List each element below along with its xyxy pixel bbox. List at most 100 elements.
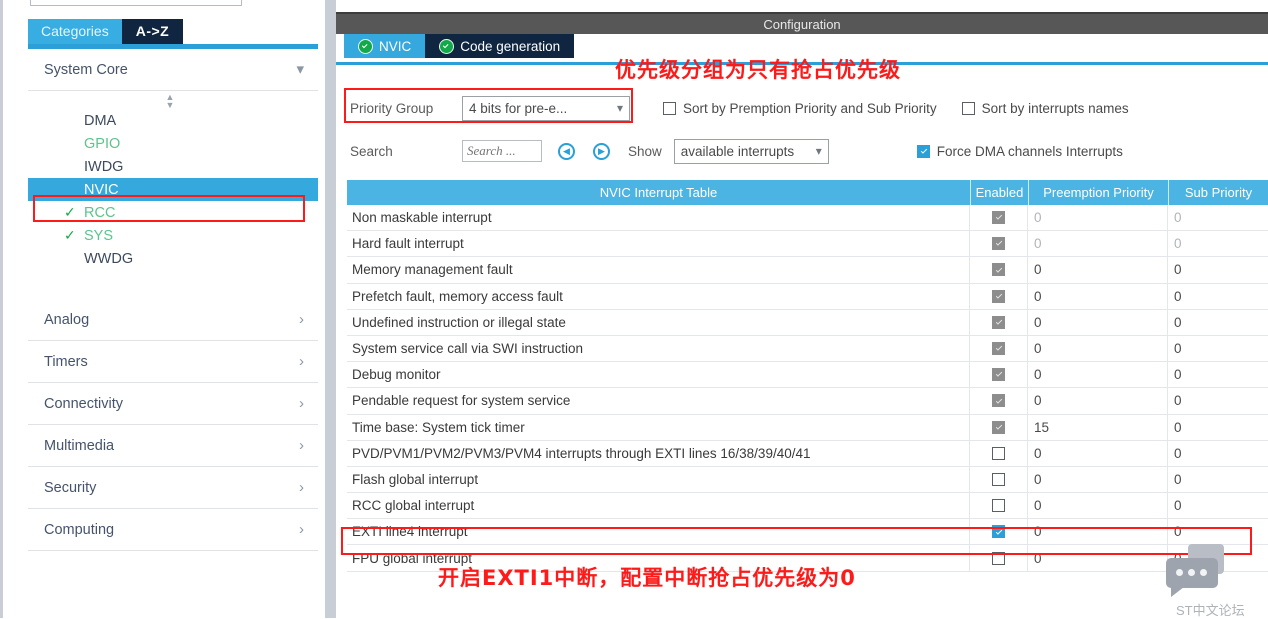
table-row[interactable]: Memory management fault 0 0 — [347, 257, 1268, 284]
sub-priority-cell[interactable]: 0 — [1168, 336, 1268, 361]
preemption-priority-cell[interactable]: 0 — [1028, 388, 1168, 414]
enabled-cell[interactable] — [970, 545, 1028, 571]
table-row[interactable]: Non maskable interrupt 0 0 — [347, 205, 1268, 232]
enabled-cell[interactable] — [970, 466, 1028, 493]
priority-group-select[interactable]: 4 bits for pre-e... ▾ — [462, 95, 630, 121]
checkbox-checked-disabled-icon[interactable] — [992, 394, 1005, 408]
sidebar-group-analog[interactable]: Analog › — [28, 299, 318, 341]
sort-by-preemption-checkbox[interactable]: Sort by Premption Priority and Sub Prior… — [663, 101, 937, 116]
table-row[interactable]: Prefetch fault, memory access fault 0 0 — [347, 283, 1268, 310]
enabled-cell[interactable] — [970, 388, 1028, 414]
sidebar-group-multimedia[interactable]: Multimedia › — [28, 425, 318, 467]
preemption-priority-cell[interactable]: 0 — [1028, 257, 1168, 283]
enabled-cell[interactable] — [970, 362, 1028, 388]
preemption-priority-cell[interactable]: 0 — [1028, 440, 1168, 466]
sub-priority-cell[interactable]: 0 — [1168, 388, 1268, 413]
show-select[interactable]: available interrupts ▾ — [673, 138, 829, 164]
sidebar-item-gpio[interactable]: GPIO — [28, 132, 318, 155]
sidebar-item-iwdg[interactable]: IWDG — [28, 155, 318, 178]
table-row[interactable]: Flash global interrupt 0 0 — [347, 466, 1268, 494]
enabled-cell[interactable] — [970, 283, 1028, 309]
sub-priority-cell[interactable]: 0 — [1168, 284, 1268, 309]
enabled-cell[interactable] — [970, 493, 1028, 519]
enabled-cell[interactable] — [970, 335, 1028, 362]
sidebar-item-wwdg[interactable]: WWDG — [28, 247, 318, 270]
checkbox-checked-disabled-icon[interactable] — [992, 342, 1005, 356]
enabled-cell[interactable] — [970, 257, 1028, 283]
checkbox-checked-icon[interactable] — [992, 525, 1005, 539]
preemption-priority-cell[interactable]: 0 — [1028, 335, 1168, 362]
sidebar-item-rcc[interactable]: ✓ RCC — [28, 201, 318, 224]
tab-a-to-z[interactable]: A->Z — [121, 19, 184, 44]
preemption-priority-cell[interactable]: 0 — [1028, 519, 1168, 545]
enabled-cell[interactable] — [970, 205, 1028, 231]
preemption-priority-cell[interactable]: 0 — [1028, 309, 1168, 335]
checkbox-icon[interactable] — [992, 551, 1005, 565]
sub-priority-cell[interactable]: 0 — [1168, 257, 1268, 282]
table-row[interactable]: System service call via SWI instruction 0… — [347, 335, 1268, 363]
tab-nvic[interactable]: NVIC — [344, 34, 426, 58]
checkbox-checked-disabled-icon[interactable] — [992, 420, 1005, 434]
sidebar-group-connectivity[interactable]: Connectivity › — [28, 383, 318, 425]
checkbox-icon[interactable] — [992, 472, 1005, 486]
enabled-cell[interactable] — [970, 309, 1028, 335]
table-row[interactable]: Undefined instruction or illegal state 0 0 — [347, 309, 1268, 336]
preemption-priority-cell[interactable]: 0 — [1028, 545, 1168, 571]
spinner-up-down-icon[interactable]: ▲ ▼ — [163, 93, 177, 110]
enabled-cell[interactable] — [970, 519, 1028, 545]
sidebar-group-system-core[interactable]: System Core ▾ — [28, 49, 318, 91]
preemption-priority-cell[interactable]: 15 — [1028, 414, 1168, 440]
chevron-right-circle-icon[interactable]: ▶ — [593, 142, 610, 160]
checkbox-checked-disabled-icon[interactable] — [992, 315, 1005, 329]
preemption-priority-cell[interactable]: 0 — [1028, 283, 1168, 309]
sidebar-group-security[interactable]: Security › — [28, 467, 318, 509]
checkbox-icon[interactable] — [992, 499, 1005, 513]
panel-divider[interactable] — [325, 0, 336, 618]
table-row[interactable]: Debug monitor 0 0 — [347, 362, 1268, 389]
sidebar-item-nvic[interactable]: NVIC — [28, 178, 318, 201]
table-row[interactable]: EXTI line4 interrupt 0 0 — [347, 519, 1268, 546]
table-row[interactable]: Time base: System tick timer 15 0 — [347, 414, 1268, 441]
sub-priority-cell[interactable]: 0 — [1168, 493, 1268, 518]
sidebar-group-timers[interactable]: Timers › — [28, 341, 318, 383]
preemption-priority-cell[interactable]: 0 — [1028, 231, 1168, 257]
force-dma-checkbox[interactable]: Force DMA channels Interrupts — [916, 144, 1123, 159]
column-header-name[interactable]: NVIC Interrupt Table — [347, 180, 970, 205]
search-input[interactable] — [462, 140, 542, 162]
checkbox-icon[interactable] — [992, 446, 1005, 460]
checkbox-checked-disabled-icon[interactable] — [992, 211, 1005, 225]
column-header-enabled[interactable]: Enabled — [970, 180, 1028, 205]
tab-code-generation[interactable]: Code generation — [425, 34, 575, 58]
column-header-preemption[interactable]: Preemption Priority — [1028, 180, 1168, 205]
enabled-cell[interactable] — [970, 231, 1028, 257]
checkbox-checked-disabled-icon[interactable] — [992, 368, 1005, 382]
preemption-priority-cell[interactable]: 0 — [1028, 362, 1168, 388]
enabled-cell[interactable] — [970, 414, 1028, 440]
checkbox-checked-disabled-icon[interactable] — [992, 237, 1005, 251]
sort-by-names-checkbox[interactable]: Sort by interrupts names — [961, 101, 1129, 116]
table-row[interactable]: Pendable request for system service 0 0 — [347, 388, 1268, 415]
preemption-priority-cell[interactable]: 0 — [1028, 493, 1168, 519]
checkbox-checked-disabled-icon[interactable] — [992, 289, 1005, 303]
table-row[interactable]: Hard fault interrupt 0 0 — [347, 231, 1268, 258]
sub-priority-cell[interactable]: 0 — [1168, 205, 1268, 230]
sub-priority-cell[interactable]: 0 — [1168, 310, 1268, 335]
sub-priority-cell[interactable]: 0 — [1168, 231, 1268, 256]
column-header-sub[interactable]: Sub Priority — [1168, 180, 1268, 205]
sub-priority-cell[interactable]: 0 — [1168, 415, 1268, 440]
preemption-priority-cell[interactable]: 0 — [1028, 205, 1168, 231]
tab-categories[interactable]: Categories — [28, 19, 122, 44]
table-row[interactable]: RCC global interrupt 0 0 — [347, 493, 1268, 520]
sidebar-item-sys[interactable]: ✓ SYS — [28, 224, 318, 247]
chevron-left-circle-icon[interactable]: ◀ — [558, 142, 575, 160]
sidebar-item-dma[interactable]: DMA — [28, 109, 318, 132]
sub-priority-cell[interactable]: 0 — [1168, 519, 1268, 544]
sub-priority-cell[interactable]: 0 — [1168, 362, 1268, 387]
enabled-cell[interactable] — [970, 440, 1028, 466]
sub-priority-cell[interactable]: 0 — [1168, 467, 1268, 492]
sub-priority-cell[interactable]: 0 — [1168, 441, 1268, 466]
checkbox-checked-disabled-icon[interactable] — [992, 263, 1005, 277]
sidebar-top-input[interactable] — [30, 0, 242, 6]
table-row[interactable]: PVD/PVM1/PVM2/PVM3/PVM4 interrupts throu… — [347, 440, 1268, 467]
preemption-priority-cell[interactable]: 0 — [1028, 466, 1168, 493]
